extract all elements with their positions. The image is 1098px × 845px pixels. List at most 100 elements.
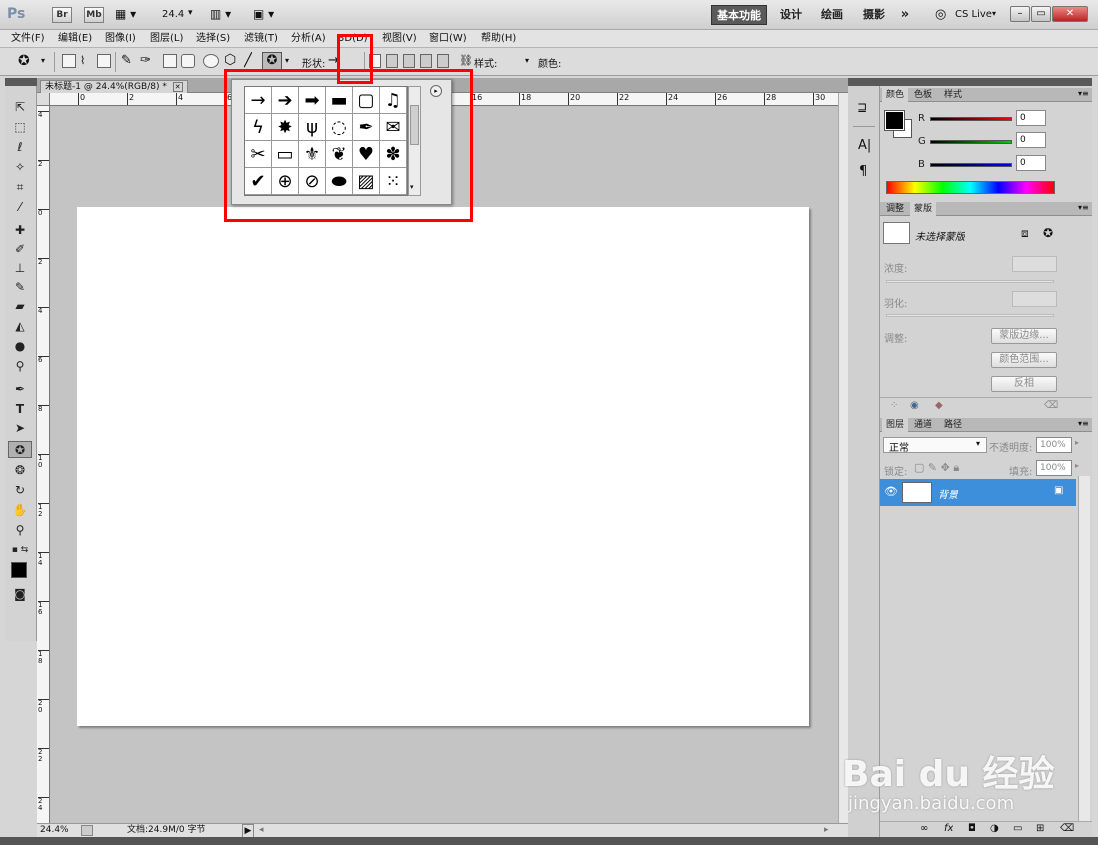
layer-visibility-eye-icon[interactable]: 👁︎ xyxy=(884,485,898,498)
tab-masks[interactable]: 蒙版 xyxy=(910,202,937,216)
menu-select[interactable]: 选择(S) xyxy=(196,32,230,46)
close-document-icon[interactable]: ✕ xyxy=(172,82,183,92)
tab-channels[interactable]: 通道 xyxy=(910,418,936,432)
apply-mask-icon[interactable]: ◉ xyxy=(910,400,919,411)
status-preview-icon[interactable] xyxy=(81,825,93,836)
tab-layers[interactable]: 图层 xyxy=(882,418,909,432)
pen-tool-icon[interactable]: ✎ xyxy=(121,53,132,68)
tab-swatches[interactable]: 色板 xyxy=(910,88,936,102)
character-panel-icon[interactable]: A| xyxy=(858,138,871,153)
blur-tool-icon[interactable]: ● xyxy=(8,338,32,355)
exclude-area-icon[interactable] xyxy=(437,54,449,68)
paragraph-panel-icon[interactable]: ¶ xyxy=(859,164,867,179)
tab-adjustments[interactable]: 调整 xyxy=(882,202,908,216)
pen-tool-icon[interactable]: ✒ xyxy=(8,381,32,398)
feather-slider[interactable] xyxy=(886,314,1054,317)
disable-mask-icon[interactable]: ◆ xyxy=(935,400,943,411)
invert-button[interactable]: 反相 xyxy=(991,376,1057,392)
feather-input[interactable] xyxy=(1012,291,1057,307)
status-zoom[interactable]: 24.4% xyxy=(40,824,69,837)
new-group-icon[interactable]: ▭ xyxy=(1013,823,1022,834)
tab-paths[interactable]: 路径 xyxy=(940,418,966,432)
red-slider[interactable] xyxy=(930,117,1012,121)
blend-mode-select[interactable]: 正常 ▾ xyxy=(883,437,987,454)
workspace-photography[interactable]: 摄影 xyxy=(857,5,891,25)
document-tab[interactable]: 未标题-1 @ 24.4%(RGB/8) * ✕ xyxy=(40,80,188,93)
zoom-level[interactable]: 24.4 xyxy=(162,9,184,20)
document-vertical-scrollbar[interactable] xyxy=(838,93,848,823)
clone-stamp-tool-icon[interactable]: ⊥ xyxy=(8,260,32,277)
color-spectrum-bar[interactable] xyxy=(886,181,1055,194)
menu-filter[interactable]: 滤镜(T) xyxy=(244,32,278,46)
tab-color[interactable]: 颜色 xyxy=(882,88,909,102)
color-fg-swatch[interactable] xyxy=(884,110,905,131)
mini-bridge-button[interactable]: Mb xyxy=(84,7,104,23)
cslive-label[interactable]: CS Live xyxy=(955,9,992,20)
freeform-pen-icon[interactable]: ✑ xyxy=(140,53,151,68)
rounded-rectangle-shape-icon[interactable] xyxy=(181,54,195,68)
menu-layer[interactable]: 图层(L) xyxy=(150,32,183,46)
cslive-icon[interactable]: ◎ xyxy=(935,7,946,22)
green-value-input[interactable]: 0 xyxy=(1016,132,1046,148)
dodge-tool-icon[interactable]: ⚲ xyxy=(8,358,32,375)
menu-image[interactable]: 图像(I) xyxy=(105,32,136,46)
ruler-origin[interactable] xyxy=(37,93,50,106)
quick-mask-icon[interactable]: ◙ xyxy=(8,586,32,603)
zoom-tool-icon[interactable]: ⚲ xyxy=(8,522,32,539)
add-mask-icon[interactable]: ◘ xyxy=(968,823,976,834)
history-brush-tool-icon[interactable]: ✎ xyxy=(8,279,32,296)
eraser-tool-icon[interactable]: ▰ xyxy=(8,298,32,315)
more-workspaces-icon[interactable]: » xyxy=(895,5,915,25)
eyedropper-tool-icon[interactable]: ⁄ xyxy=(8,199,32,216)
workspace-painting[interactable]: 绘画 xyxy=(815,5,849,25)
menu-view[interactable]: 视图(V) xyxy=(382,32,417,46)
menu-help[interactable]: 帮助(H) xyxy=(481,32,516,46)
layer-row-background[interactable]: 👁︎ 背景 ▣ xyxy=(880,479,1076,506)
adjustment-layer-icon[interactable]: ◑ xyxy=(990,823,999,834)
color-range-button[interactable]: 颜色范围... xyxy=(991,352,1057,368)
panel-menu-icon[interactable]: ▾≡ xyxy=(1078,89,1089,98)
tool-preset-dropdown-icon[interactable]: ▾ xyxy=(41,56,45,65)
tool-preset-icon[interactable]: ✪ xyxy=(18,53,30,69)
paths-icon[interactable]: ⌇ xyxy=(80,54,94,68)
history-panel-icon[interactable]: ⊒ xyxy=(857,100,867,114)
close-window-button[interactable]: ✕ xyxy=(1052,6,1088,22)
layers-scrollbar[interactable] xyxy=(1078,476,1090,821)
menu-analysis[interactable]: 分析(A) xyxy=(291,32,326,46)
link-style-icon[interactable]: ⛓ xyxy=(459,54,473,67)
bridge-button[interactable]: Br xyxy=(52,7,72,23)
lasso-tool-icon[interactable]: ℓ xyxy=(8,139,32,156)
panel-menu-icon[interactable]: ▾≡ xyxy=(1078,203,1089,212)
ellipse-shape-icon[interactable] xyxy=(203,54,219,68)
delete-layer-icon[interactable]: ⌫ xyxy=(1060,823,1074,834)
custom-shape-tool-icon[interactable]: ✪ xyxy=(8,441,32,458)
intersect-area-icon[interactable] xyxy=(420,54,432,68)
menu-window[interactable]: 窗口(W) xyxy=(429,32,467,46)
shape-layers-icon[interactable] xyxy=(62,54,76,68)
opacity-arrow-icon[interactable]: ▸ xyxy=(1075,438,1079,447)
right-panels-header[interactable] xyxy=(880,78,1092,86)
rectangle-shape-icon[interactable] xyxy=(163,54,177,68)
hscroll-right-icon[interactable]: ▸ xyxy=(824,824,829,837)
lock-icons[interactable]: ▢ ✎ ✥ 🔒︎ xyxy=(914,461,959,475)
marquee-tool-icon[interactable]: ⬚ xyxy=(8,119,32,136)
vector-mask-icon[interactable]: ✪ xyxy=(1043,226,1053,240)
add-to-area-icon[interactable] xyxy=(386,54,398,68)
restore-button[interactable]: ▭ xyxy=(1031,6,1051,22)
minimize-button[interactable]: – xyxy=(1010,6,1030,22)
hand-tool-icon[interactable]: ✋ xyxy=(8,502,32,519)
3d-orbit-tool-icon[interactable]: ↻ xyxy=(8,482,32,499)
fill-input[interactable]: 100% xyxy=(1036,460,1072,476)
geometry-options-dropdown-icon[interactable]: ▾ xyxy=(285,56,289,65)
menu-file[interactable]: 文件(F) xyxy=(11,32,45,46)
fill-pixels-icon[interactable] xyxy=(97,54,111,68)
new-layer-icon[interactable]: ⊞ xyxy=(1036,823,1044,834)
tab-styles[interactable]: 样式 xyxy=(940,88,966,102)
move-tool-icon[interactable]: ⇱ xyxy=(8,99,32,116)
crop-tool-icon[interactable]: ⌗ xyxy=(8,179,32,196)
path-selection-tool-icon[interactable]: ➤ xyxy=(8,420,32,437)
cslive-dropdown-icon[interactable]: ▾ xyxy=(992,9,996,18)
subtract-area-icon[interactable] xyxy=(403,54,415,68)
blue-value-input[interactable]: 0 xyxy=(1016,155,1046,171)
foreground-color-swatch[interactable] xyxy=(11,562,27,578)
